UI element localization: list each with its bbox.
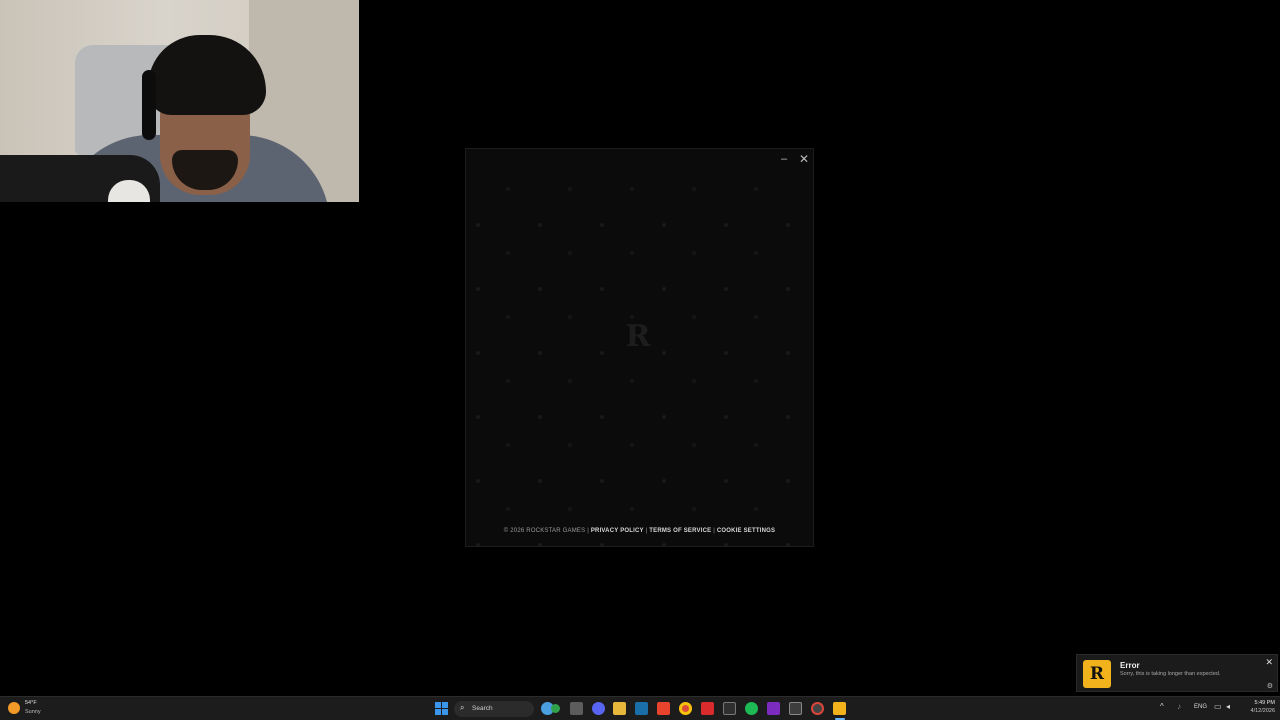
taskbar-clock[interactable]: 5:49 PM 4/12/2026	[1239, 700, 1275, 714]
sun-icon	[8, 702, 20, 714]
nzxt-icon[interactable]	[767, 702, 780, 715]
spotify-icon[interactable]	[745, 702, 758, 715]
minimize-button[interactable]: –	[776, 152, 792, 166]
taskbar: 54°F Sunny ⌕ Search ^ ♪ ENG ▭ ◂ 5:49 PM …	[0, 696, 1280, 720]
weather-condition: Sunny	[25, 709, 41, 715]
windows-start-icon[interactable]	[435, 702, 448, 715]
volume-icon[interactable]: ◂	[1226, 702, 1230, 711]
privacy-policy-link[interactable]: PRIVACY POLICY	[591, 528, 644, 534]
discord-icon[interactable]	[592, 702, 605, 715]
start-tile	[435, 709, 441, 715]
webcam-headset	[142, 70, 156, 140]
webcam-overlay	[0, 0, 359, 202]
xbox-icon[interactable]	[789, 702, 802, 715]
settings-app-icon[interactable]	[811, 702, 824, 715]
search-label: Search	[472, 705, 493, 712]
rockstar-logo-icon: R	[1083, 660, 1111, 688]
error-notification[interactable]: R Error Sorry, this is taking longer tha…	[1076, 654, 1278, 692]
notification-message: Sorry, this is taking longer than expect…	[1120, 671, 1221, 677]
task-view-icon[interactable]	[570, 702, 583, 715]
chrome-icon[interactable]	[679, 702, 692, 715]
steam-icon[interactable]	[635, 702, 648, 715]
network-icon[interactable]: ▭	[1214, 702, 1222, 711]
acrobat-icon[interactable]	[701, 702, 714, 715]
microphone-icon[interactable]: ♪	[1177, 702, 1181, 711]
weather-temperature: 54°F	[25, 700, 37, 706]
cookie-settings-link[interactable]: COOKIE SETTINGS	[717, 528, 775, 534]
chrome-icon[interactable]	[551, 704, 560, 713]
close-button[interactable]: ✕	[796, 152, 812, 166]
launcher-footer: © 2026 ROCKSTAR GAMES | PRIVACY POLICY |…	[466, 528, 813, 534]
epic-games-icon[interactable]	[723, 702, 736, 715]
launcher-titlebar[interactable]: – ✕	[466, 149, 813, 169]
start-tile	[435, 702, 441, 708]
notification-title: Error	[1120, 661, 1140, 670]
search-icon: ⌕	[460, 703, 465, 712]
rockstar-launcher-icon[interactable]	[833, 702, 846, 715]
notification-settings-icon[interactable]: ⚙	[1267, 682, 1273, 690]
brave-icon[interactable]	[657, 702, 670, 715]
language-indicator[interactable]: ENG	[1194, 704, 1207, 710]
chevron-up-icon[interactable]: ^	[1160, 702, 1164, 711]
rockstar-logo-icon: R	[625, 319, 651, 354]
start-tile	[442, 702, 448, 708]
notification-close-button[interactable]: ✕	[1265, 657, 1273, 668]
clock-time: 5:49 PM	[1254, 700, 1275, 706]
rockstar-launcher-window: – ✕ R © 2026 ROCKSTAR GAMES | PRIVACY PO…	[465, 148, 814, 547]
taskbar-search[interactable]: ⌕ Search	[454, 701, 534, 717]
start-tile	[442, 709, 448, 715]
clock-date: 4/12/2026	[1250, 708, 1275, 714]
terms-of-service-link[interactable]: TERMS OF SERVICE	[649, 528, 711, 534]
copyright-text: © 2026 ROCKSTAR GAMES	[503, 528, 586, 534]
folder-icon[interactable]	[613, 702, 626, 715]
